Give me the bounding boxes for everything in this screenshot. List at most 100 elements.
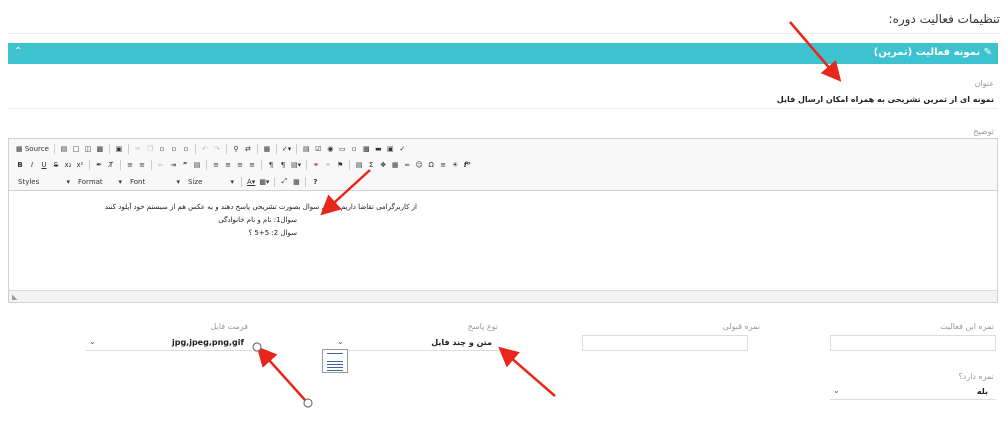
- link-icon[interactable]: ⚭: [311, 159, 321, 170]
- has-grade-label: نمره دارد؟: [958, 372, 994, 381]
- redo-icon[interactable]: ↷: [212, 143, 222, 154]
- paste-icon[interactable]: ▫: [157, 143, 167, 154]
- pass-grade-input[interactable]: [582, 335, 748, 351]
- smiley-icon[interactable]: ☺: [414, 159, 424, 170]
- title-label: عنوان: [974, 79, 994, 88]
- language-icon[interactable]: ▤▾: [290, 159, 302, 170]
- editor-toolbar: ▦ Source ▤ □ ◫ ▩ ▣ ✂ ❐ ▫ ▫ ▫ ↶ ↷ ⚲ ⇄ ▦ ✓…: [9, 139, 997, 191]
- outdent-icon[interactable]: ⇤: [156, 159, 166, 170]
- formula-icon[interactable]: fᴼ: [462, 159, 472, 170]
- find-icon[interactable]: ⚲: [231, 143, 241, 154]
- italic-icon[interactable]: I: [27, 159, 37, 170]
- source-label: Source: [24, 144, 49, 153]
- rtl-icon[interactable]: ¶: [278, 159, 288, 170]
- bg-color-icon[interactable]: ▩▾: [258, 176, 270, 187]
- resize-icon[interactable]: ◣: [12, 293, 17, 301]
- marker-circle: [303, 398, 313, 408]
- button-field-icon[interactable]: ▬: [373, 143, 383, 154]
- help-icon[interactable]: ?: [310, 176, 320, 187]
- chevron-down-icon: ⌄: [833, 386, 840, 395]
- strike-icon[interactable]: S: [51, 159, 61, 170]
- unlink-icon[interactable]: ⚭: [323, 159, 333, 170]
- templates-icon[interactable]: ▣: [114, 143, 124, 154]
- select-field-icon[interactable]: ▩: [361, 143, 371, 154]
- superscript-icon[interactable]: x²: [75, 159, 85, 170]
- align-center-icon[interactable]: ≡: [223, 159, 233, 170]
- textfield-icon[interactable]: ▭: [337, 143, 347, 154]
- pass-grade-label: نمره قبولی: [722, 322, 760, 331]
- file-format-value: jpg,jpeg,png,gif: [171, 338, 244, 347]
- styles-combo[interactable]: Styles ▾: [15, 176, 73, 187]
- iframe-icon[interactable]: ☀: [450, 159, 460, 170]
- bold-icon[interactable]: B: [15, 159, 25, 170]
- copy-format-icon[interactable]: ✒: [94, 159, 104, 170]
- file-format-select[interactable]: jpg,jpeg,png,gif ⌄: [86, 335, 252, 351]
- bulleted-list-icon[interactable]: ≡: [137, 159, 147, 170]
- replace-icon[interactable]: ⇄: [243, 143, 253, 154]
- flash-icon[interactable]: ❖: [378, 159, 388, 170]
- file-format-label: فرمت فایل: [210, 322, 248, 331]
- chevron-down-icon: ⌄: [89, 337, 96, 346]
- horizontal-line-icon[interactable]: ═: [402, 159, 412, 170]
- align-right-icon[interactable]: ≡: [235, 159, 245, 170]
- title-value[interactable]: نمونه ای از تمرین تشریحی به همراه امکان …: [777, 95, 994, 104]
- special-char-icon[interactable]: Ω: [426, 159, 436, 170]
- font-combo[interactable]: Font ▾: [127, 176, 183, 187]
- justify-icon[interactable]: ≡: [247, 159, 257, 170]
- table-icon[interactable]: ▦: [390, 159, 400, 170]
- undo-icon[interactable]: ↶: [200, 143, 210, 154]
- ltr-icon[interactable]: ¶: [266, 159, 276, 170]
- text-color-icon[interactable]: A▾: [246, 176, 256, 187]
- print-icon[interactable]: ▩: [95, 143, 105, 154]
- editor-content[interactable]: از کاربرگرامی تقاضا داریم به این سوال بص…: [9, 191, 997, 291]
- answer-type-value: متن و چند فایل: [431, 338, 492, 347]
- chevron-down-icon: ▾: [230, 177, 234, 186]
- has-grade-select[interactable]: بله ⌄: [830, 384, 996, 400]
- size-combo[interactable]: Size ▾: [185, 176, 237, 187]
- math-icon[interactable]: Σ: [366, 159, 376, 170]
- numbered-list-icon[interactable]: ≡: [125, 159, 135, 170]
- checkbox-icon[interactable]: ☑: [313, 143, 323, 154]
- chevron-up-icon[interactable]: ⌃: [14, 46, 22, 57]
- textarea-icon[interactable]: ▫: [349, 143, 359, 154]
- paste-word-icon[interactable]: ▫: [181, 143, 191, 154]
- chevron-down-icon: ⌄: [337, 337, 344, 346]
- edit-icon: ✎: [980, 47, 992, 58]
- spellcheck-icon[interactable]: ✓▾: [281, 143, 292, 154]
- indent-icon[interactable]: ⇥: [168, 159, 178, 170]
- anchor-icon[interactable]: ⚑: [335, 159, 345, 170]
- activity-grade-input[interactable]: [830, 335, 996, 351]
- page-break-icon[interactable]: ≡: [438, 159, 448, 170]
- rich-text-editor[interactable]: ▦ Source ▤ □ ◫ ▩ ▣ ✂ ❐ ▫ ▫ ▫ ↶ ↷ ⚲ ⇄ ▦ ✓…: [8, 138, 998, 303]
- select-all-icon[interactable]: ▦: [262, 143, 272, 154]
- maximize-icon[interactable]: ⤢: [279, 176, 289, 187]
- form-icon[interactable]: ▤: [301, 143, 311, 154]
- copy-icon[interactable]: ❐: [145, 143, 155, 154]
- div-icon[interactable]: ▤: [192, 159, 202, 170]
- source-button[interactable]: ▦ Source: [15, 143, 50, 154]
- paste-text-icon[interactable]: ▫: [169, 143, 179, 154]
- underline-icon[interactable]: U: [39, 159, 49, 170]
- panel-header[interactable]: ⌃ ✎ نمونه فعالیت (تمرین): [8, 43, 998, 64]
- align-left-icon[interactable]: ≡: [211, 159, 221, 170]
- subscript-icon[interactable]: x₂: [63, 159, 73, 170]
- cut-icon[interactable]: ✂: [133, 143, 143, 154]
- save-icon[interactable]: ▤: [59, 143, 69, 154]
- hidden-field-icon[interactable]: ✓: [397, 143, 407, 154]
- editor-status-bar: ◣: [9, 290, 997, 302]
- format-label: Format: [78, 177, 103, 186]
- blockquote-icon[interactable]: ”: [180, 159, 190, 170]
- image-icon[interactable]: ▤: [354, 159, 364, 170]
- image-button-icon[interactable]: ▣: [385, 143, 395, 154]
- preview-icon[interactable]: ◫: [83, 143, 93, 154]
- show-blocks-icon[interactable]: ▦: [291, 176, 301, 187]
- answer-type-select[interactable]: متن و چند فایل ⌄: [334, 335, 500, 351]
- panel-title: ✎ نمونه فعالیت (تمرین): [874, 47, 992, 58]
- content-line: سوال 2: 5+5 ؟: [248, 229, 297, 237]
- remove-format-icon[interactable]: T̸: [106, 159, 116, 170]
- format-combo[interactable]: Format ▾: [75, 176, 125, 187]
- radio-icon[interactable]: ◉: [325, 143, 335, 154]
- styles-label: Styles: [18, 177, 40, 186]
- new-page-icon[interactable]: □: [71, 143, 81, 154]
- font-label: Font: [130, 177, 146, 186]
